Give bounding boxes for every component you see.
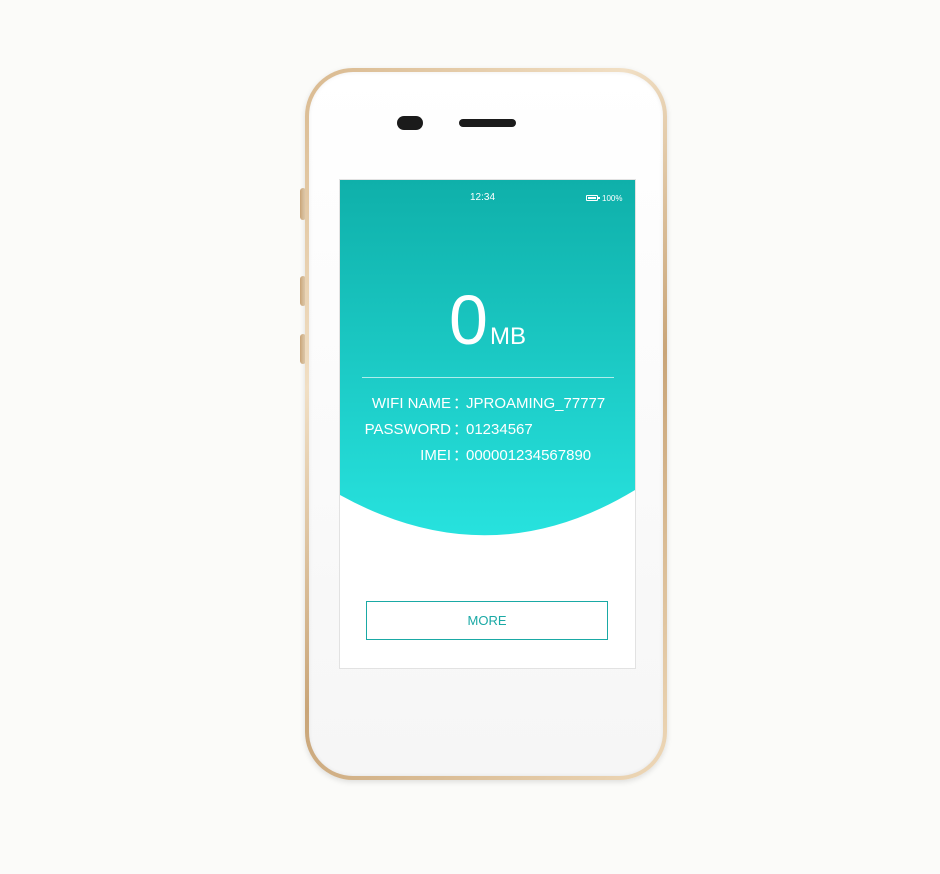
info-label: IMEI: [420, 447, 451, 464]
front-camera: [397, 116, 423, 130]
device-mockup: 12:34 100% 0MB WIFI NAME ： JPROAMING_777…: [0, 0, 940, 874]
info-value: JPROAMING_77777: [466, 395, 606, 412]
battery-percent: 100%: [602, 194, 623, 203]
more-button[interactable]: MORE: [366, 601, 608, 640]
info-label: PASSWORD: [364, 421, 451, 438]
earpiece-speaker: [459, 119, 516, 127]
info-row-wifi-name: WIFI NAME ： JPROAMING_77777: [340, 394, 635, 420]
battery-full-icon: [586, 195, 600, 201]
info-value: 000001234567890: [466, 447, 592, 464]
info-value: 01234567: [466, 421, 533, 438]
device-screen: 12:34 100% 0MB WIFI NAME ： JPROAMING_777…: [340, 180, 635, 668]
device-info: WIFI NAME ： JPROAMING_77777 PASSWORD ： 0…: [340, 394, 635, 472]
info-row-imei: IMEI ： 000001234567890: [340, 446, 635, 472]
status-time: 12:34: [469, 192, 496, 203]
divider-line: [362, 377, 614, 378]
status-bar: 12:34 100%: [340, 192, 635, 206]
info-row-password: PASSWORD ： 01234567: [340, 420, 635, 446]
usage-value: 0: [449, 281, 488, 359]
info-label: WIFI NAME: [371, 395, 451, 412]
data-usage: 0MB: [340, 280, 635, 360]
usage-unit: MB: [489, 323, 526, 350]
